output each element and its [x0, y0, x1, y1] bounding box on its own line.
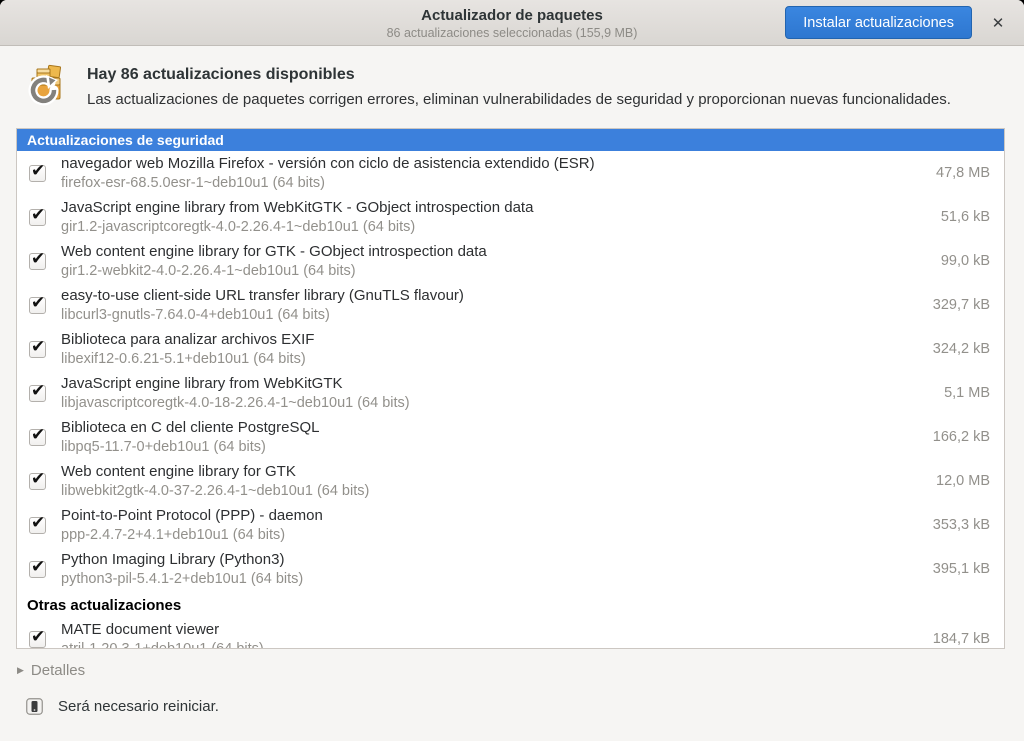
page-title: Hay 86 actualizaciones disponibles: [87, 66, 951, 84]
check-icon: ✔: [31, 627, 45, 647]
updates-list: Actualizaciones de seguridad ✔ navegador w…: [16, 128, 1005, 649]
page-description: Las actualizaciones de paquetes corrigen…: [87, 91, 951, 108]
software-update-icon: [24, 63, 70, 109]
restart-notice: Será necesario reiniciar.: [58, 698, 219, 715]
package-size: 329,7 kB: [933, 297, 990, 313]
package-row[interactable]: ✔ Biblioteca en C del cliente PostgreSQLl…: [17, 415, 1004, 459]
package-checkbox-checked[interactable]: ✔: [29, 297, 46, 314]
package-version: gir1.2-webkit2-4.0-2.26.4-1~deb10u1 (64 …: [61, 262, 929, 281]
package-name: Biblioteca en C del cliente PostgreSQL: [61, 417, 921, 438]
package-size: 51,6 kB: [941, 209, 990, 225]
package-version: libexif12-0.6.21-5.1+deb10u1 (64 bits): [61, 350, 921, 369]
package-checkbox-checked[interactable]: ✔: [29, 385, 46, 402]
package-name: Web content engine library for GTK - GOb…: [61, 241, 929, 262]
package-texts: easy-to-use client-side URL transfer lib…: [61, 285, 921, 325]
check-icon: ✔: [31, 161, 45, 181]
package-row[interactable]: ✔ navegador web Mozilla Firefox - versión…: [17, 151, 1004, 195]
package-texts: Python Imaging Library (Python3)python3-…: [61, 549, 921, 589]
package-checkbox-checked[interactable]: ✔: [29, 429, 46, 446]
package-checkbox-checked[interactable]: ✔: [29, 341, 46, 358]
check-icon: ✔: [31, 293, 45, 313]
package-version: libpq5-11.7-0+deb10u1 (64 bits): [61, 438, 921, 457]
package-name: MATE document viewer: [61, 619, 921, 640]
package-checkbox-checked[interactable]: ✔: [29, 517, 46, 534]
page-header: Hay 86 actualizaciones disponibles Las a…: [0, 46, 1024, 128]
package-size: 166,2 kB: [933, 429, 990, 445]
package-texts: Biblioteca en C del cliente PostgreSQLli…: [61, 417, 921, 457]
package-row[interactable]: ✔ Biblioteca para analizar archivos EXIFl…: [17, 327, 1004, 371]
package-texts: Point-to-Point Protocol (PPP) - daemonpp…: [61, 505, 921, 545]
section-header-security: Actualizaciones de seguridad: [17, 129, 1004, 151]
package-version: libcurl3-gnutls-7.64.0-4+deb10u1 (64 bit…: [61, 306, 921, 325]
package-texts: JavaScript engine library from WebKitGTK…: [61, 197, 929, 237]
package-checkbox-checked[interactable]: ✔: [29, 473, 46, 490]
install-updates-button[interactable]: Instalar actualizaciones: [785, 6, 972, 39]
check-icon: ✔: [31, 425, 45, 445]
expander-arrow-icon: ▶: [17, 665, 24, 676]
package-size: 47,8 MB: [936, 165, 990, 181]
restart-notice-row: Será necesario reiniciar.: [26, 698, 1024, 715]
check-icon: ✔: [31, 557, 45, 577]
check-icon: ✔: [31, 249, 45, 269]
package-texts: MATE document vieweratril-1.20.3-1+deb10…: [61, 619, 921, 649]
section-header-other: Otras actualizaciones: [17, 591, 1004, 617]
check-icon: ✔: [31, 337, 45, 357]
check-icon: ✔: [31, 205, 45, 225]
check-icon: ✔: [31, 381, 45, 401]
package-row[interactable]: ✔ JavaScript engine library from WebKitGT…: [17, 371, 1004, 415]
package-name: easy-to-use client-side URL transfer lib…: [61, 285, 921, 306]
package-size: 5,1 MB: [944, 385, 990, 401]
package-texts: Web content engine library for GTK - GOb…: [61, 241, 929, 281]
package-row[interactable]: ✔ Python Imaging Library (Python3)python3…: [17, 547, 1004, 591]
package-checkbox-checked[interactable]: ✔: [29, 561, 46, 578]
package-version: libjavascriptcoregtk-4.0-18-2.26.4-1~deb…: [61, 394, 932, 413]
package-name: Point-to-Point Protocol (PPP) - daemon: [61, 505, 921, 526]
package-size: 395,1 kB: [933, 561, 990, 577]
package-version: gir1.2-javascriptcoregtk-4.0-2.26.4-1~de…: [61, 218, 929, 237]
check-icon: ✔: [31, 469, 45, 489]
package-texts: JavaScript engine library from WebKitGTK…: [61, 373, 932, 413]
package-name: Web content engine library for GTK: [61, 461, 924, 482]
package-version: ppp-2.4.7-2+4.1+deb10u1 (64 bits): [61, 526, 921, 545]
package-name: JavaScript engine library from WebKitGTK…: [61, 197, 929, 218]
page-header-text: Hay 86 actualizaciones disponibles Las a…: [87, 62, 951, 108]
package-version: python3-pil-5.4.1-2+deb10u1 (64 bits): [61, 570, 921, 589]
package-row[interactable]: ✔ Web content engine library for GTKlibwe…: [17, 459, 1004, 503]
details-expander[interactable]: ▶ Detalles: [17, 662, 1024, 679]
package-checkbox-checked[interactable]: ✔: [29, 253, 46, 270]
package-checkbox-checked[interactable]: ✔: [29, 165, 46, 182]
package-row[interactable]: ✔ MATE document vieweratril-1.20.3-1+deb1…: [17, 617, 1004, 649]
package-size: 184,7 kB: [933, 631, 990, 647]
package-size: 324,2 kB: [933, 341, 990, 357]
package-name: navegador web Mozilla Firefox - versión …: [61, 153, 924, 174]
package-updater-window: Actualizador de paquetes 86 actualizacio…: [0, 0, 1024, 741]
details-label: Detalles: [31, 662, 85, 679]
package-row[interactable]: ✔ easy-to-use client-side URL transfer li…: [17, 283, 1004, 327]
package-texts: Biblioteca para analizar archivos EXIFli…: [61, 329, 921, 369]
package-version: atril-1.20.3-1+deb10u1 (64 bits): [61, 640, 921, 649]
package-checkbox-checked[interactable]: ✔: [29, 631, 46, 648]
package-name: JavaScript engine library from WebKitGTK: [61, 373, 932, 394]
close-icon[interactable]: ✕: [982, 7, 1014, 39]
package-name: Python Imaging Library (Python3): [61, 549, 921, 570]
package-size: 12,0 MB: [936, 473, 990, 489]
package-texts: navegador web Mozilla Firefox - versión …: [61, 153, 924, 193]
package-version: firefox-esr-68.5.0esr-1~deb10u1 (64 bits…: [61, 174, 924, 193]
package-name: Biblioteca para analizar archivos EXIF: [61, 329, 921, 350]
package-row[interactable]: ✔ Web content engine library for GTK - GO…: [17, 239, 1004, 283]
package-version: libwebkit2gtk-4.0-37-2.26.4-1~deb10u1 (6…: [61, 482, 924, 501]
package-texts: Web content engine library for GTKlibweb…: [61, 461, 924, 501]
package-checkbox-checked[interactable]: ✔: [29, 209, 46, 226]
titlebar: Actualizador de paquetes 86 actualizacio…: [0, 0, 1024, 46]
package-row[interactable]: ✔ Point-to-Point Protocol (PPP) - daemonp…: [17, 503, 1004, 547]
package-size: 353,3 kB: [933, 517, 990, 533]
restart-icon: [26, 698, 43, 715]
check-icon: ✔: [31, 513, 45, 533]
package-size: 99,0 kB: [941, 253, 990, 269]
package-row[interactable]: ✔ JavaScript engine library from WebKitGT…: [17, 195, 1004, 239]
